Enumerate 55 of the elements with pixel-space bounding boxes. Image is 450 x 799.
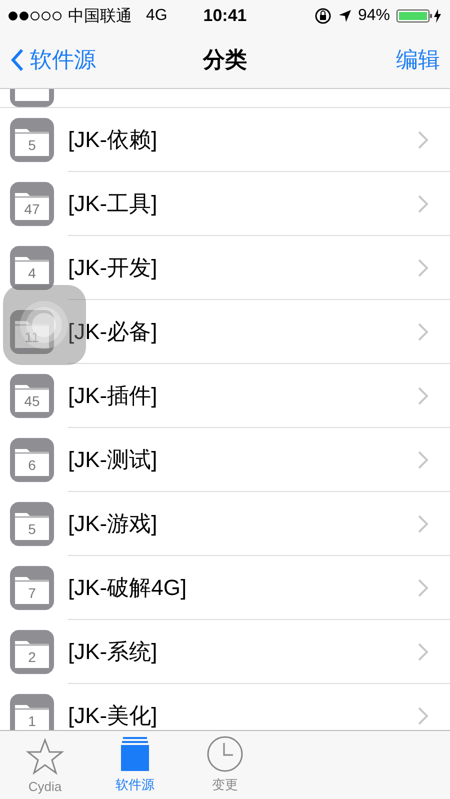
category-name: [JK-依赖] [68,126,158,154]
folder-icon: 45 [10,374,54,418]
category-name: [JK-美化] [68,702,158,730]
chevron-icon [418,259,428,277]
category-row[interactable]: 11 [JK-必备] [0,300,450,364]
category-row[interactable]: 45 [JK-插件] [0,364,450,428]
category-row[interactable]: 2 [JK-系统] [0,620,450,684]
category-name: [JK-破解4G] [68,574,188,602]
back-button[interactable]: 软件源 [10,45,203,75]
nav-title: 分类 [203,46,247,74]
chevron-icon [418,323,428,341]
edit-button[interactable]: 编辑 [396,45,440,75]
chevron-icon [418,195,428,213]
folder-icon: 5 [10,118,54,162]
folder-icon: 1 [10,694,54,730]
category-name: [JK-开发] [68,254,158,282]
folder-icon: 5 [10,502,54,546]
category-name: [JK-插件] [68,382,158,410]
chevron-icon [418,387,428,405]
tab-button[interactable]: 软件源 [90,731,180,799]
clock-icon [206,735,244,773]
category-row[interactable]: 4 [JK-开发] [0,236,450,300]
folder-icon: 7 [10,566,54,610]
stack-icon [120,735,150,773]
carrier-name: 中国联通 [68,6,132,26]
category-row[interactable]: 6 [JK-测试] [0,428,450,492]
chevron-icon [418,643,428,661]
chevron-icon [418,451,428,469]
category-name: [JK-测试] [68,446,158,474]
category-name: [JK-必备] [68,318,158,346]
folder-icon: 6 [10,438,54,482]
chevron-icon [418,707,428,725]
location-icon [338,9,352,23]
category-row[interactable]: 5 [JK-依赖] [0,108,450,172]
folder-icon: 11 [10,310,54,354]
category-name: [JK-系统] [68,638,158,666]
category-name: [JK-工具] [68,190,158,218]
signal-icon [8,11,62,21]
folder-icon: 2 [10,630,54,674]
back-chevron-icon [10,48,24,72]
chevron-icon [418,515,428,533]
rotation-lock-icon [314,7,332,25]
folder-icon: 4 [10,246,54,290]
category-name: [JK-游戏] [68,510,158,538]
clock-time: 10:41 [203,6,247,26]
category-row[interactable]: 5 [JK-游戏] [0,492,450,556]
battery-charging-icon [396,8,442,24]
star-icon [26,738,64,776]
folder-icon: 47 [10,182,54,226]
chevron-icon [418,131,428,149]
network-type: 4G [146,7,168,25]
battery-percent: 94% [358,7,390,25]
category-row[interactable]: 7 [JK-破解4G] [0,556,450,620]
chevron-icon [418,579,428,597]
category-row[interactable]: 47 [JK-工具] [0,172,450,236]
